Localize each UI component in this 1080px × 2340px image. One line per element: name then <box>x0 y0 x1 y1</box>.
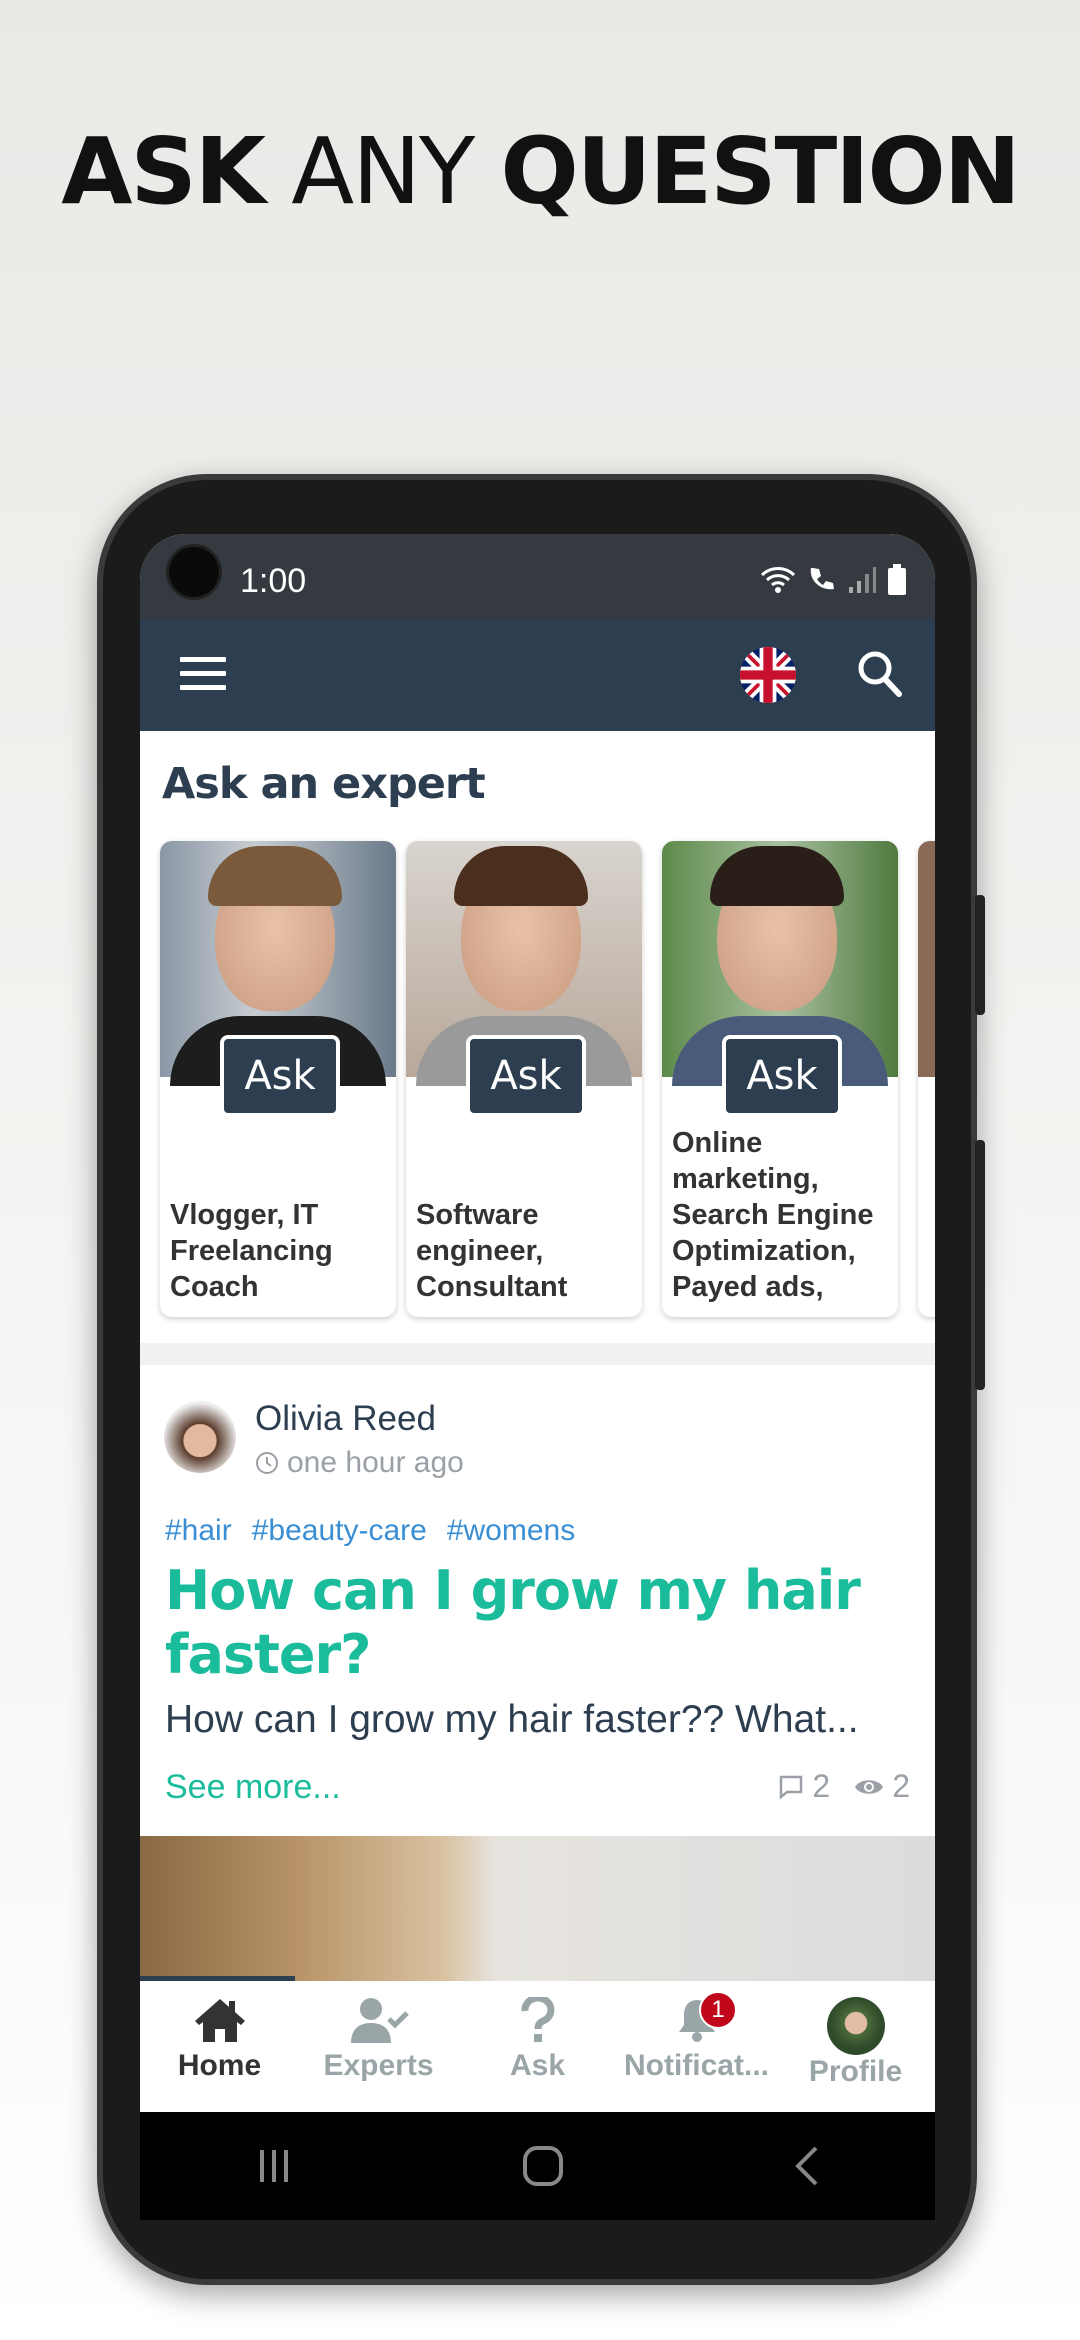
expert-description: Vlogger, IT Freelancing Coach <box>170 1199 333 1303</box>
ask-button[interactable]: Ask <box>466 1035 586 1117</box>
expert-card[interactable]: Ask Online marketing, Search Engine Opti… <box>662 841 898 1317</box>
home-icon <box>194 1999 245 2042</box>
post-title[interactable]: How can I grow my hair faster? <box>165 1559 905 1687</box>
post-time: one hour ago <box>255 1446 464 1480</box>
signal-icon <box>849 567 876 593</box>
question-icon <box>520 1997 554 2042</box>
power-button <box>975 1140 985 1390</box>
system-nav-bar <box>140 2112 935 2220</box>
uk-flag-icon[interactable] <box>740 647 796 703</box>
bottom-nav: Home Experts Ask 1 Notificat... Profile <box>140 1981 935 2112</box>
post-excerpt: How can I grow my hair faster?? What... <box>165 1698 859 1741</box>
back-icon[interactable] <box>792 2144 822 2188</box>
avatar[interactable] <box>164 1401 236 1473</box>
avatar <box>826 1997 885 2055</box>
status-bar: 1:00 <box>140 534 935 619</box>
clock: 1:00 <box>240 562 307 600</box>
app-screen: 1:00 Ask an expert Ask Vlogger, IT Freel… <box>140 534 935 2220</box>
search-icon[interactable] <box>856 649 904 699</box>
tag-link[interactable]: #beauty-care <box>252 1514 427 1548</box>
post-tags: #hair #beauty-care #womens <box>165 1514 575 1548</box>
tag-link[interactable]: #hair <box>165 1514 232 1548</box>
tag-link[interactable]: #womens <box>447 1514 575 1548</box>
user-check-icon <box>350 1998 409 2043</box>
volume-button <box>975 895 985 1015</box>
clock-icon <box>256 1452 278 1474</box>
promo-headline: ASK ANY QUESTION <box>61 118 1020 225</box>
post-author[interactable]: Olivia Reed <box>255 1399 436 1439</box>
post-image[interactable] <box>140 1836 935 1981</box>
battery-icon <box>888 564 906 595</box>
expert-card[interactable]: Ask Vlogger, IT Freelancing Coach <box>160 841 396 1317</box>
nav-home[interactable]: Home <box>140 1981 299 2112</box>
call-icon <box>810 568 834 590</box>
home-button-icon[interactable] <box>521 2144 565 2188</box>
section-title: Ask an expert <box>162 759 486 809</box>
camera-hole <box>166 544 222 600</box>
expert-photo <box>918 841 935 1077</box>
nav-profile[interactable]: Profile <box>776 1981 935 2112</box>
expert-card[interactable] <box>918 841 935 1317</box>
expert-description: Online marketing, Search Engine Optimiza… <box>672 1127 874 1303</box>
nav-experts[interactable]: Experts <box>299 1981 458 2112</box>
expert-card[interactable]: Ask Software engineer, Consultant <box>406 841 642 1317</box>
expert-description: Software engineer, Consultant <box>416 1199 568 1303</box>
eye-icon <box>855 1779 884 1794</box>
comment-icon <box>780 1775 803 1800</box>
ask-button[interactable]: Ask <box>220 1035 340 1117</box>
nav-notifications[interactable]: 1 Notificat... <box>617 1981 776 2112</box>
ask-button[interactable]: Ask <box>722 1035 842 1117</box>
hamburger-icon[interactable] <box>180 657 226 699</box>
app-bar <box>140 619 935 731</box>
notification-badge: 1 <box>699 1991 737 2029</box>
recents-icon[interactable] <box>254 2146 294 2186</box>
see-more-link[interactable]: See more... <box>165 1768 341 1807</box>
wifi-icon <box>760 567 796 593</box>
nav-ask[interactable]: Ask <box>458 1981 617 2112</box>
post-stats: 2 2 <box>778 1768 910 1805</box>
divider <box>140 1343 935 1365</box>
